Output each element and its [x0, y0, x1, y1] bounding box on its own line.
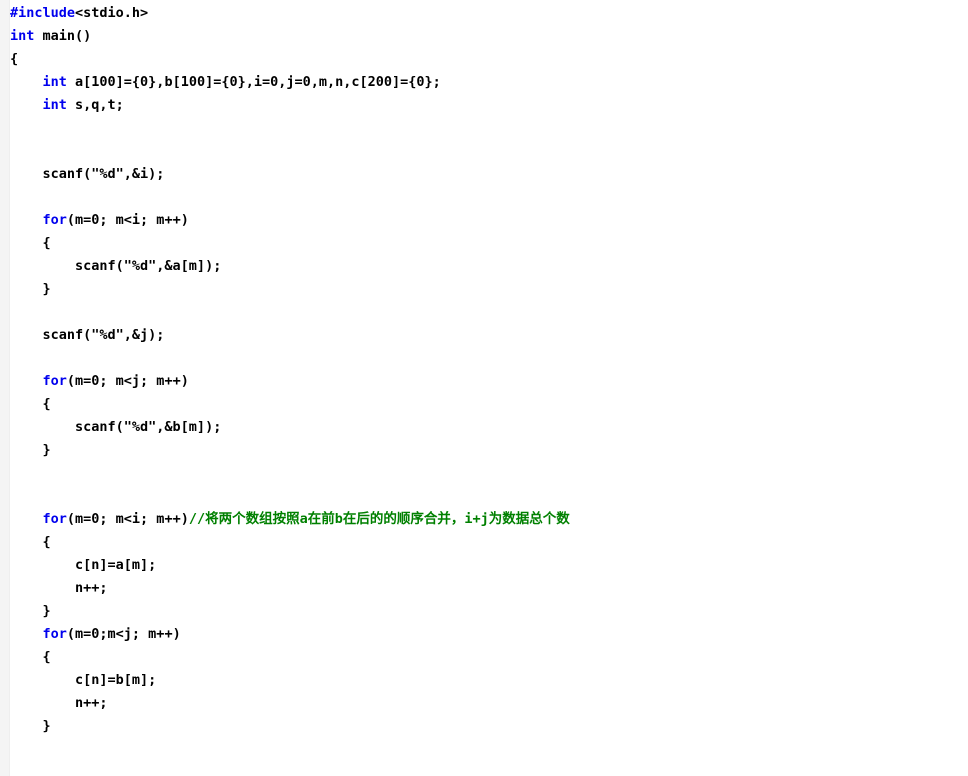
code-text: <stdio.h> — [75, 5, 149, 21]
code-text: { — [10, 396, 51, 412]
code-keyword: int — [42, 97, 67, 113]
code-line: for(m=0; m<i; m++) — [10, 209, 968, 232]
code-line: scanf("%d",&b[m]); — [10, 416, 968, 439]
code-text: } — [10, 603, 51, 619]
code-line: for(m=0;m<j; m++) — [10, 623, 968, 646]
code-line: scanf("%d",&j); — [10, 324, 968, 347]
code-text: { — [10, 235, 51, 251]
code-line: } — [10, 278, 968, 301]
code-line: { — [10, 646, 968, 669]
code-keyword: for — [42, 626, 67, 642]
code-line: } — [10, 439, 968, 462]
code-keyword: for — [42, 212, 67, 228]
code-text: a[100]={0},b[100]={0},i=0,j=0,m,n,c[200]… — [66, 74, 441, 90]
code-line: n++; — [10, 692, 968, 715]
code-line: for(m=0; m<i; m++)//将两个数组按照a在前b在后的的顺序合并，… — [10, 508, 968, 531]
code-line: scanf("%d",&a[m]); — [10, 255, 968, 278]
code-line: int main() — [10, 25, 968, 48]
code-line: { — [10, 232, 968, 255]
code-line: scanf("%d",&i); — [10, 163, 968, 186]
code-line: n++; — [10, 577, 968, 600]
code-editor[interactable]: #include<stdio.h> int main(){ int a[100]=… — [0, 0, 968, 776]
code-text: scanf("%d",&j); — [10, 327, 165, 343]
code-text: c[n]=b[m]; — [10, 672, 157, 688]
code-line: for(m=0; m<j; m++) — [10, 370, 968, 393]
code-text: { — [10, 51, 19, 67]
code-line: int s,q,t; — [10, 94, 968, 117]
code-text: (m=0;m<j; m++) — [66, 626, 181, 642]
code-text: (m=0; m<i; m++) — [66, 511, 189, 527]
code-text: n++; — [10, 695, 108, 711]
code-preprocessor: #include — [10, 5, 76, 21]
code-line: int a[100]={0},b[100]={0},i=0,j=0,m,n,c[… — [10, 71, 968, 94]
code-text: { — [10, 534, 51, 550]
code-keyword: for — [42, 373, 67, 389]
code-line: { — [10, 531, 968, 554]
code-text: } — [10, 442, 51, 458]
code-text: (m=0; m<i; m++) — [66, 212, 189, 228]
code-text: } — [10, 718, 51, 734]
code-line: { — [10, 393, 968, 416]
code-text: scanf("%d",&i); — [10, 166, 165, 182]
code-line: c[n]=a[m]; — [10, 554, 968, 577]
code-line: } — [10, 715, 968, 738]
code-text: n++; — [10, 580, 108, 596]
code-text: scanf("%d",&b[m]); — [10, 419, 222, 435]
code-line: } — [10, 600, 968, 623]
code-text: s,q,t; — [66, 97, 124, 113]
code-keyword: int — [10, 28, 35, 44]
code-content[interactable]: #include<stdio.h> int main(){ int a[100]=… — [10, 0, 968, 738]
code-text: (m=0; m<j; m++) — [66, 373, 189, 389]
code-line: { — [10, 48, 968, 71]
code-text: main() — [34, 28, 92, 44]
code-line: c[n]=b[m]; — [10, 669, 968, 692]
code-text: c[n]=a[m]; — [10, 557, 157, 573]
code-text: { — [10, 649, 51, 665]
code-keyword: int — [42, 74, 67, 90]
code-line: #include<stdio.h> — [10, 2, 968, 25]
code-text: scanf("%d",&a[m]); — [10, 258, 222, 274]
code-text: } — [10, 281, 51, 297]
editor-gutter — [0, 0, 10, 776]
code-comment: //将两个数组按照a在前b在后的的顺序合并，i+j为数据总个数 — [188, 511, 570, 527]
code-keyword: for — [42, 511, 67, 527]
